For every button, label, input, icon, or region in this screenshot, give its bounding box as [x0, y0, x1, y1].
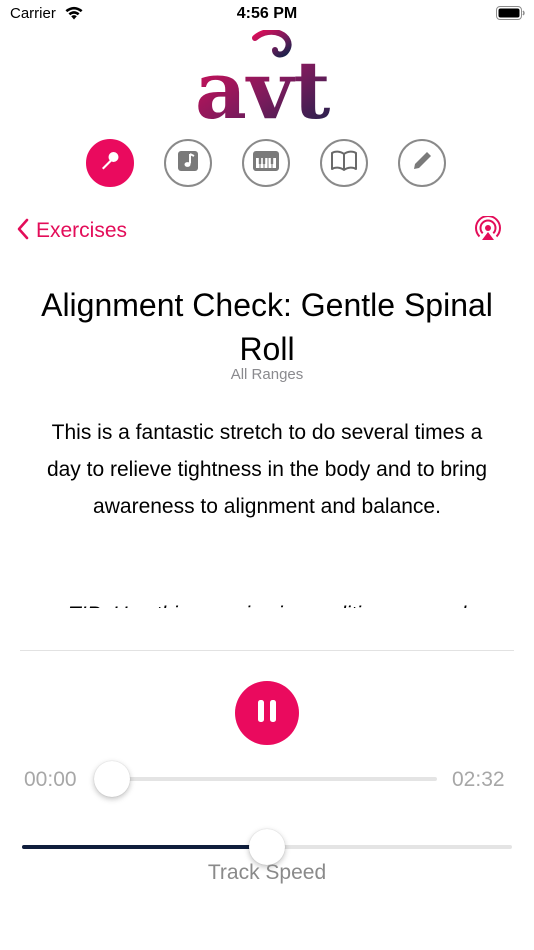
speed-slider-fill [22, 845, 267, 849]
back-label: Exercises [36, 219, 128, 242]
chevron-left-icon [16, 217, 30, 246]
exercise-tip: TIP: Use this exercise in conditions ran… [36, 596, 498, 608]
exercise-range: All Ranges [230, 366, 304, 383]
airplay-icon[interactable] [474, 215, 502, 249]
status-time: 4:56 PM [236, 5, 298, 22]
nav-exercises-button[interactable] [86, 139, 134, 187]
section-nav [86, 139, 450, 191]
microphone-icon [98, 149, 122, 178]
pause-button[interactable] [235, 681, 299, 745]
nav-piano-button[interactable] [242, 139, 290, 187]
pause-icon [254, 698, 280, 729]
piano-icon [252, 149, 280, 178]
nav-notes-button[interactable] [398, 139, 446, 187]
progress-slider-thumb[interactable] [94, 761, 130, 797]
exercise-tip-clip: TIP: Use this exercise in conditions ran… [36, 596, 498, 608]
elapsed-time: 00:00 [24, 768, 77, 791]
music-note-icon [176, 149, 200, 178]
pencil-icon [410, 149, 434, 178]
duration-time: 02:32 [452, 768, 505, 791]
exercise-description: This is a fantastic stretch to do severa… [46, 421, 488, 518]
exercise-title: Alignment Check: Gentle Spinal Roll [41, 287, 493, 367]
speed-slider-thumb[interactable] [249, 829, 285, 865]
app-logo: avt [195, 28, 365, 137]
track-speed-label: Track Speed [207, 861, 327, 884]
battery-icon [496, 6, 526, 26]
divider [20, 650, 514, 651]
book-icon [330, 149, 358, 178]
status-bar: Carrier 4:56 PM [0, 0, 534, 28]
svg-text:avt: avt [195, 43, 330, 126]
back-button[interactable]: Exercises [16, 216, 127, 246]
progress-slider[interactable] [94, 761, 437, 797]
speed-slider[interactable] [22, 829, 512, 865]
nav-music-button[interactable] [164, 139, 212, 187]
nav-book-button[interactable] [320, 139, 368, 187]
